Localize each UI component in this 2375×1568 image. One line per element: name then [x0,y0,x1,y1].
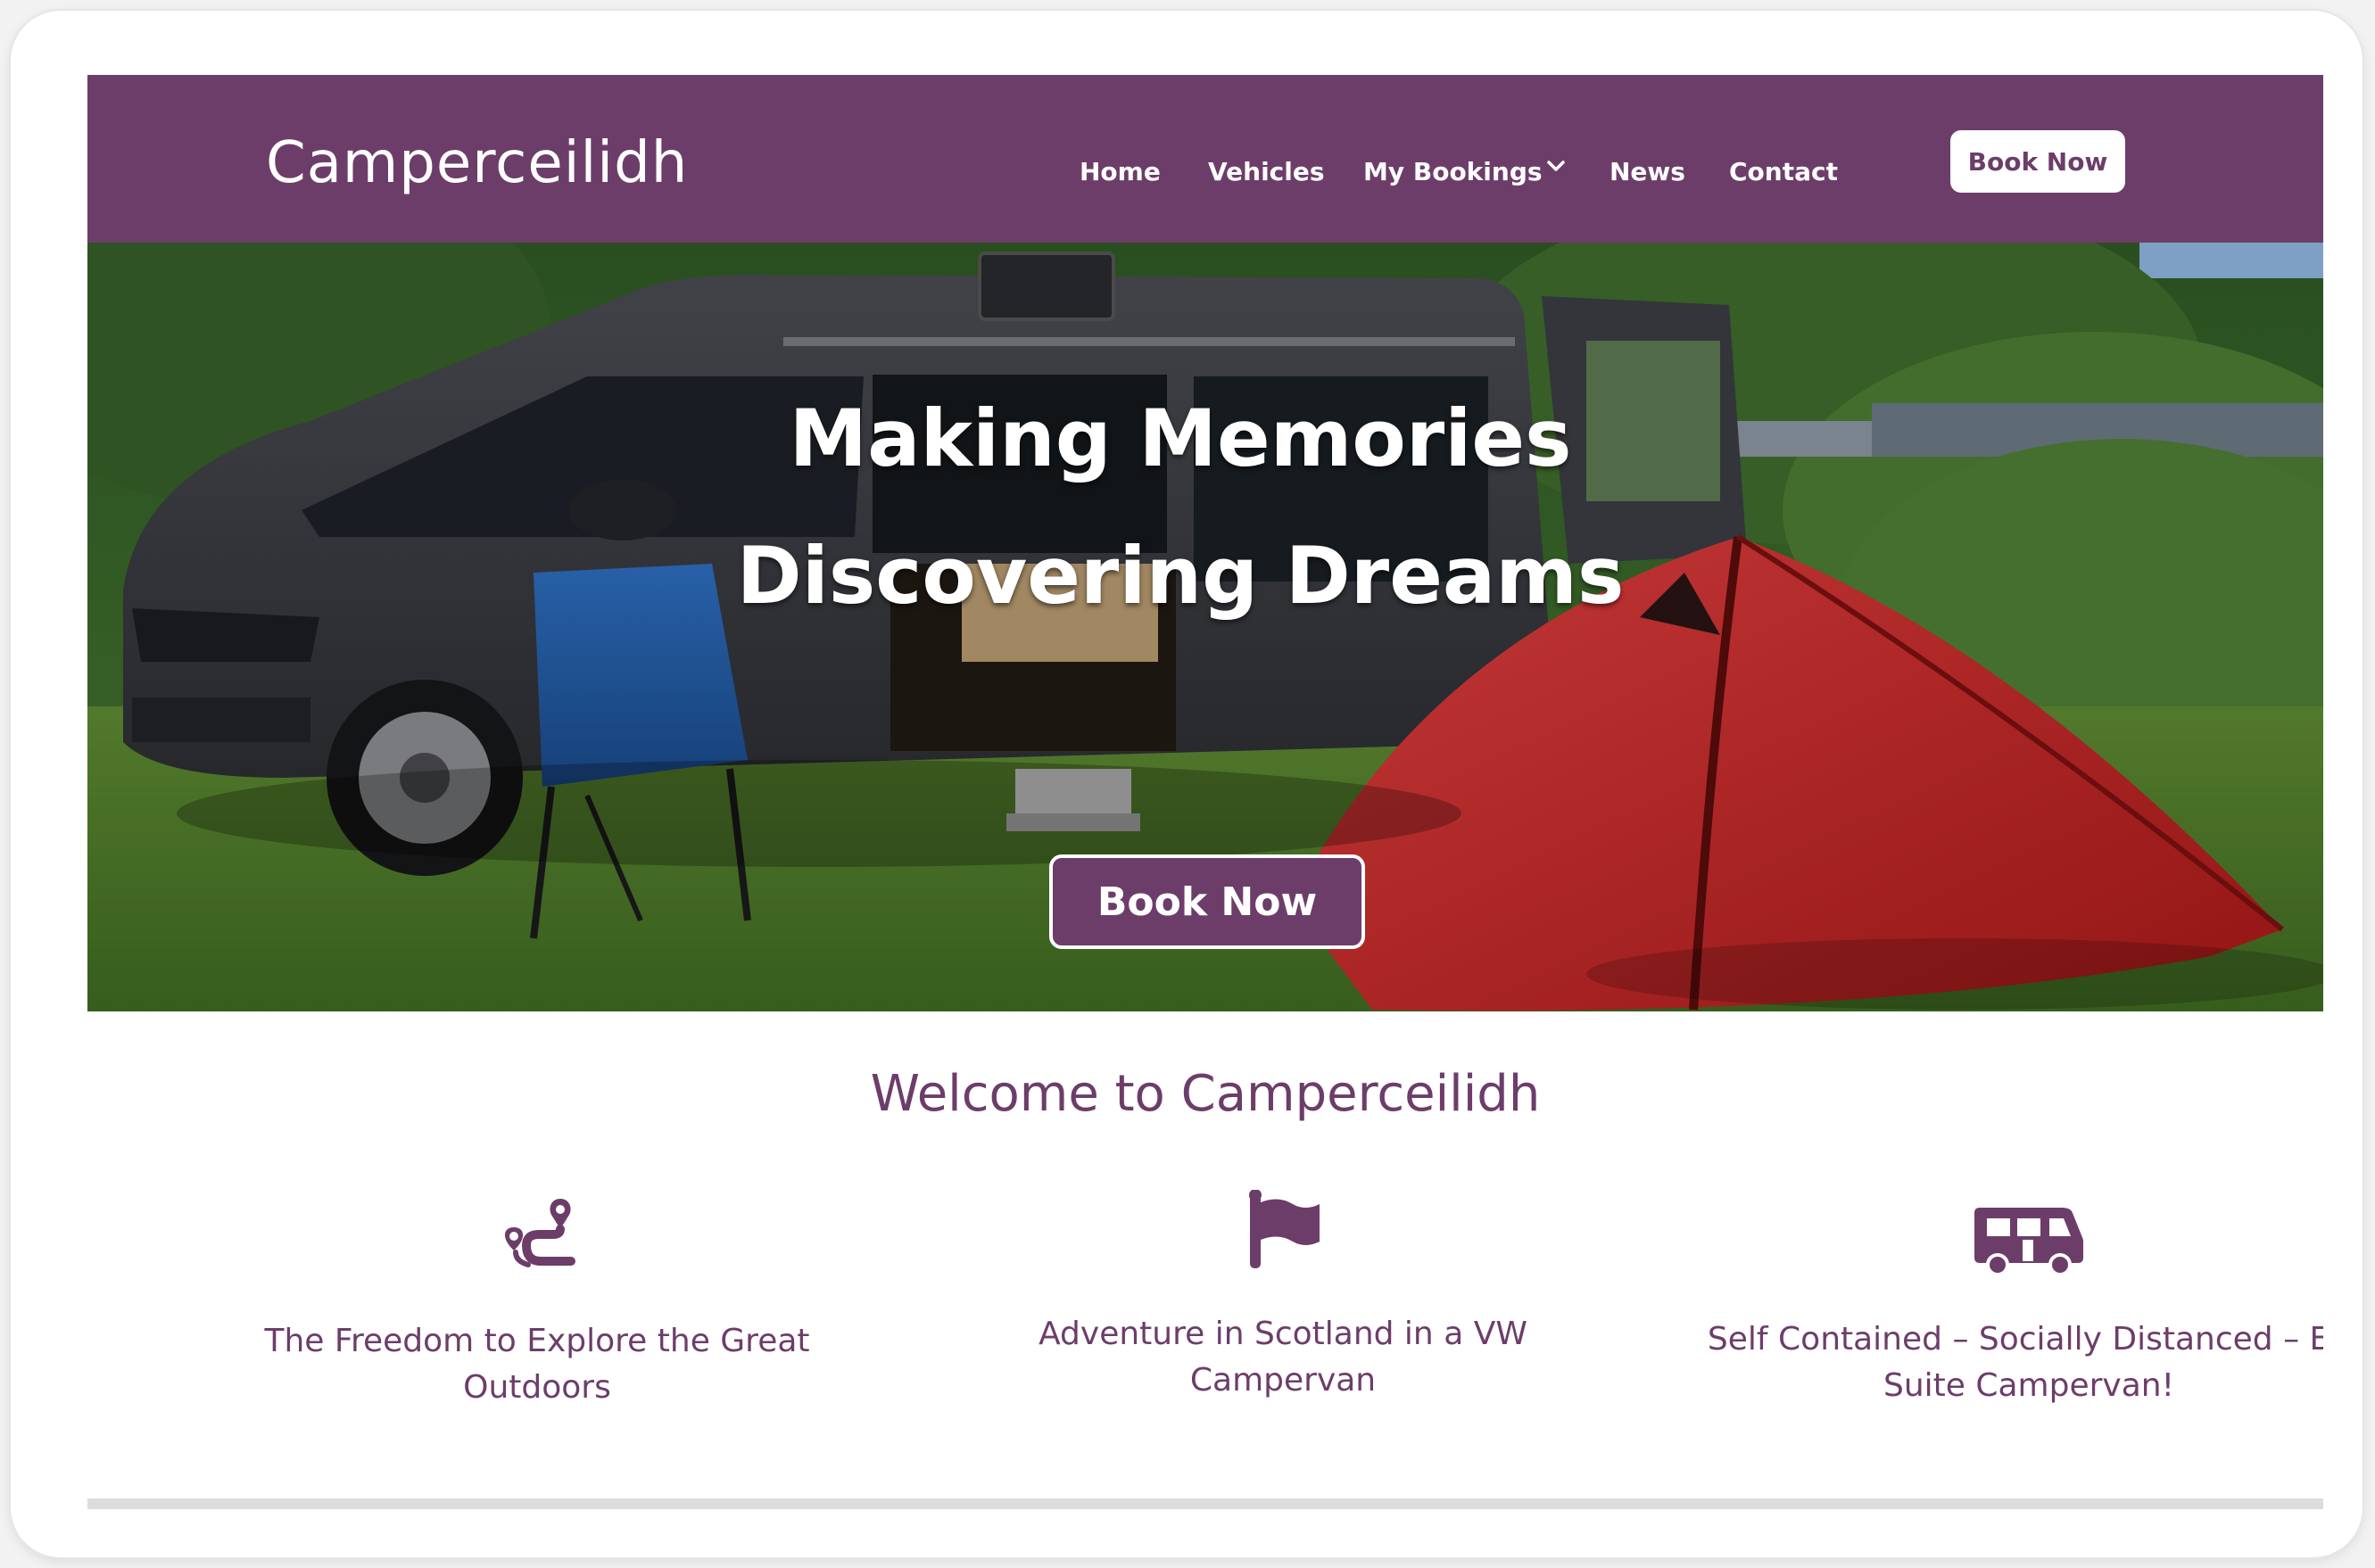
site-header: Camperceilidh Home Vehicles My Bookings … [87,75,2323,243]
feature-self-contained-text: Self Contained – Socially Distanced – En… [1707,1321,2323,1404]
browser-screen: Camperceilidh Home Vehicles My Bookings … [87,75,2323,1509]
welcome-heading: Welcome to Camperceilidh [870,1065,1541,1123]
feature-explore-text: The Freedom to Explore the Great Outdoor… [264,1323,810,1406]
feature-explore: The Freedom to Explore the Great Outdoor… [198,1193,876,1411]
feature-adventure: Adventure in Scotland in a VW Campervan [944,1190,1622,1404]
nav-my-bookings[interactable]: My Bookings [1363,157,1543,186]
device-frame: Camperceilidh Home Vehicles My Bookings … [11,11,2363,1557]
header-book-now-button[interactable]: Book Now [1950,130,2125,193]
hero-title-line1: Making Memories [789,392,1572,484]
nav-news[interactable]: News [1610,157,1685,186]
route-icon [504,1199,575,1267]
hero-book-now-button[interactable]: Book Now [1049,854,1365,949]
nav-vehicles[interactable]: Vehicles [1208,157,1325,186]
hero-title-line2: Discovering Dreams [736,530,1625,622]
hero-banner: Making Memories Discovering Dreams Book … [87,243,2323,1011]
feature-adventure-text: Adventure in Scotland in a VW Campervan [1039,1316,1527,1399]
site-logo[interactable]: Camperceilidh [266,130,688,196]
feature-self-contained: Self Contained – Socially Distanced – En… [1690,1204,2323,1409]
nav-home[interactable]: Home [1080,157,1161,186]
nav-contact[interactable]: Contact [1729,157,1838,186]
chevron-down-icon[interactable] [1545,155,1567,177]
campervan-icon [1974,1208,2083,1275]
flag-icon [1249,1190,1320,1268]
